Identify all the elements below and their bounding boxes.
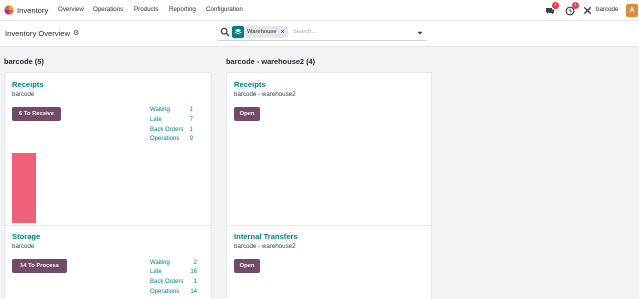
stat-late-label[interactable]: Late [150,117,162,123]
card-title[interactable]: Storage [12,232,40,241]
kanban-card-receipts-warehouse2[interactable]: Receipts barcode - warehouse2 Open [226,72,432,226]
search-facet-warehouse: Warehouse × [232,26,288,38]
stat-backorders-label[interactable]: Back Orders [150,279,183,285]
card-title[interactable]: Internal Transfers [234,232,298,241]
app-name[interactable]: Inventory [17,6,48,15]
to-process-button[interactable]: 14 To Process [12,259,67,273]
card-subtitle: barcode [12,91,35,98]
kanban-card-internal-transfers[interactable]: Internal Transfers barcode - warehouse2 … [226,225,432,299]
menu-configuration[interactable]: Configuration [206,6,243,13]
kanban-card-receipts[interactable]: Receipts barcode 6 To Receive Waiting 1 … [4,72,212,226]
card-title[interactable]: Receipts [234,80,266,89]
stat-waiting-label[interactable]: Waiting [150,107,170,113]
control-panel: Inventory Overview ⚙ Warehouse × Search.… [0,21,639,47]
group-title-warehouse2: barcode - warehouse2 (4) [226,57,316,66]
stat-waiting-label[interactable]: Waiting [150,260,170,266]
stat-backorders-value[interactable]: 1 [177,127,193,133]
activities-button[interactable]: 1 [565,2,579,17]
card-subtitle: barcode - warehouse2 [234,91,296,98]
close-icon[interactable]: × [280,29,284,36]
layers-icon [232,26,244,38]
stat-operations-label[interactable]: Operations [150,289,179,295]
kanban-card-storage[interactable]: Storage barcode 14 To Process Waiting 2 … [4,225,212,299]
stat-late-value[interactable]: 16 [181,269,197,275]
stat-late-value[interactable]: 7 [177,117,193,123]
caret-down-icon[interactable] [415,28,425,38]
search-input[interactable]: Search... [293,29,316,35]
card-subtitle: barcode [12,243,35,250]
graph-bar[interactable] [12,153,36,223]
search-bar: Warehouse × Search... [217,25,427,41]
stat-backorders-value[interactable]: 1 [181,279,197,285]
card-subtitle: barcode - warehouse2 [234,243,296,250]
stat-operations-value[interactable]: 9 [177,136,193,142]
to-receive-button[interactable]: 6 To Receive [12,107,61,121]
top-navbar: Inventory Overview Operations Products R… [0,0,639,21]
messages-badge: 1 [552,2,559,9]
debug-tools-button[interactable] [583,4,592,17]
inventory-app-icon[interactable] [4,5,14,15]
stat-operations-label[interactable]: Operations [150,136,179,142]
stat-operations-value[interactable]: 14 [181,289,197,295]
stat-late-label[interactable]: Late [150,269,162,275]
page-title: Inventory Overview [5,29,70,38]
card-title[interactable]: Receipts [12,80,44,89]
stat-waiting-value[interactable]: 1 [177,107,193,113]
user-avatar[interactable]: A [626,4,638,17]
menu-products[interactable]: Products [134,6,158,13]
activities-badge: 1 [572,2,579,9]
tools-icon [583,6,592,15]
user-name[interactable]: barcode [596,6,618,13]
open-button[interactable]: Open [234,259,260,273]
messages-button[interactable]: 1 [545,2,559,17]
facet-label: Warehouse [247,29,277,35]
menu-overview[interactable]: Overview [58,6,84,13]
menu-reporting[interactable]: Reporting [169,6,196,13]
group-title-barcode: barcode (5) [4,57,44,66]
stat-waiting-value[interactable]: 2 [181,260,197,266]
open-button[interactable]: Open [234,107,260,121]
menu-operations[interactable]: Operations [93,6,123,13]
search-icon[interactable] [220,27,230,37]
gear-icon[interactable]: ⚙ [73,29,79,37]
